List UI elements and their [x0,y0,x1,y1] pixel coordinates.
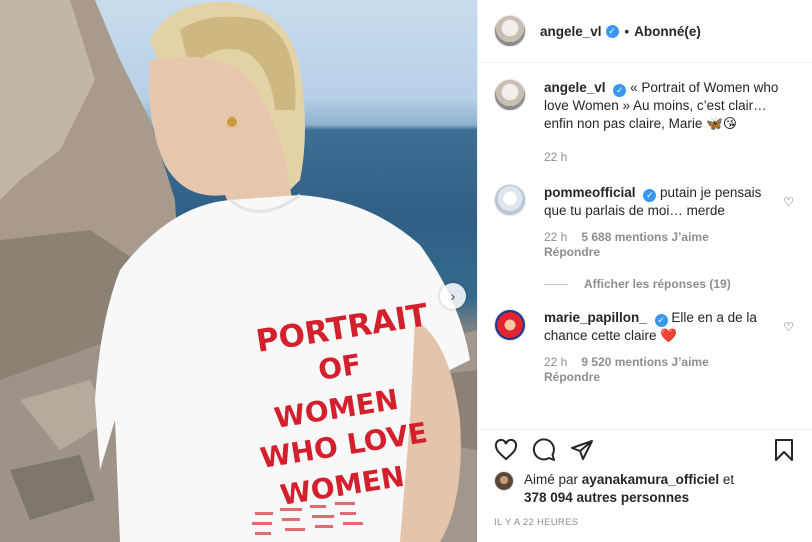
comment-avatar[interactable] [494,309,526,341]
show-replies-label: Afficher les réponses (19) [584,277,731,291]
bookmark-icon[interactable] [772,438,796,462]
post-side-panel: angele_vl ✓ • Abonné(e) angele_vl ✓ « Po… [477,0,812,542]
divider-line [544,283,568,285]
author-username[interactable]: angele_vl [540,24,602,39]
reply-button[interactable]: Répondre [544,245,770,259]
comment-time[interactable]: 22 h [544,230,567,245]
liked-by-prefix: Aimé par [524,472,579,487]
caption: angele_vl ✓ « Portrait of Women who love… [494,79,796,165]
caption-time[interactable]: 22 h [544,150,567,165]
chevron-right-icon: › [450,288,456,304]
liked-by-user[interactable]: ayanakamura_officiel [582,472,719,487]
caption-username[interactable]: angele_vl [544,80,606,95]
show-replies-button[interactable]: Afficher les réponses (19) [544,277,796,291]
liked-by: Aimé par ayanakamura_officiel et 378 094… [478,471,812,507]
comment-icon[interactable] [532,437,556,462]
action-bar [478,429,812,469]
liked-by-suffix: et [722,472,735,487]
verified-icon: ✓ [613,83,627,97]
comment-avatar[interactable] [494,184,526,216]
comment-time[interactable]: 22 h [544,355,567,370]
comment-likes[interactable]: 5 688 mentions J’aime [581,230,708,245]
carousel-next-button[interactable]: › [440,283,466,309]
comment-username[interactable]: marie_papillon_ [544,310,647,325]
separator-dot: • [624,23,630,39]
comment-likes[interactable]: 9 520 mentions J’aime [581,355,708,370]
verified-icon: ✓ [605,24,619,38]
post-header: angele_vl ✓ • Abonné(e) [478,0,812,63]
heart-icon[interactable]: ♡ [783,320,794,334]
verified-icon: ✓ [643,188,657,202]
follow-state-button[interactable]: Abonné(e) [634,24,701,39]
comments-section: angele_vl ✓ « Portrait of Women who love… [478,63,812,429]
shirt-text-2: OF [316,348,364,387]
caption-avatar[interactable] [494,79,526,111]
comment-item: marie_papillon_ ✓ Elle en a de la chance… [494,309,796,384]
liker-avatar[interactable] [494,471,514,491]
comment-item: pommeofficial ✓ putain je pensais que tu… [494,184,796,259]
author-avatar[interactable] [494,15,526,47]
photo-illustration: PORTRAIT OF WOMEN WHO LOVE WOMEN [0,0,477,542]
verified-icon: ✓ [654,313,668,327]
post-photo[interactable]: PORTRAIT OF WOMEN WHO LOVE WOMEN › [0,0,477,542]
comment-username[interactable]: pommeofficial [544,185,636,200]
reply-button[interactable]: Répondre [544,370,770,384]
instagram-post: PORTRAIT OF WOMEN WHO LOVE WOMEN › angel… [0,0,812,542]
heart-icon[interactable] [494,438,518,462]
heart-icon[interactable]: ♡ [783,195,794,209]
share-icon[interactable] [570,438,594,462]
liked-by-others[interactable]: 378 094 autres personnes [524,490,689,505]
post-timestamp[interactable]: IL Y A 22 HEURES [478,517,812,528]
